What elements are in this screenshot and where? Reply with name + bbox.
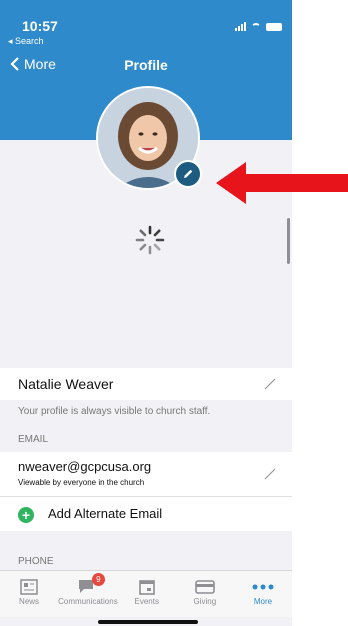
name-row[interactable]: Natalie Weaver (0, 368, 292, 400)
loading-spinner-icon (135, 225, 165, 255)
tab-bar: News 9 Communications Events Giving More (0, 570, 292, 617)
edit-email-icon[interactable] (264, 468, 276, 480)
tab-giving-label: Giving (193, 597, 217, 606)
phone-section-header: PHONE (18, 556, 54, 567)
tab-events-label: Events (134, 597, 159, 606)
visibility-note: Your profile is always visible to church… (18, 406, 211, 417)
status-time: 10:57 (22, 18, 58, 34)
add-alternate-email-button[interactable]: + Add Alternate Email (0, 497, 292, 531)
wifi-icon (251, 23, 261, 31)
edit-photo-button[interactable] (174, 160, 202, 188)
add-alternate-email-label: Add Alternate Email (48, 506, 163, 521)
tab-giving[interactable]: Giving (176, 571, 234, 617)
email-section-header: EMAIL (18, 434, 49, 445)
pencil-icon (184, 169, 193, 178)
scrollbar[interactable] (287, 218, 290, 264)
battery-icon (266, 23, 282, 31)
edit-name-icon[interactable] (264, 378, 276, 390)
tab-communications-label: Communications (58, 597, 118, 606)
back-to-app-link[interactable]: ◂ Search (8, 36, 44, 47)
status-icons (235, 22, 282, 31)
red-arrow-annotation-icon (216, 162, 348, 204)
unread-badge: 9 (91, 573, 105, 586)
email-row[interactable]: nweaver@gcpcusa.org Viewable by everyone… (0, 452, 292, 496)
phone-screen: 10:57 ◂ Search More Profile Natalie Weav… (0, 0, 292, 626)
home-indicator (98, 620, 198, 624)
tab-more[interactable]: More (234, 571, 292, 617)
profile-name: Natalie Weaver (18, 376, 114, 392)
email-address: nweaver@gcpcusa.org (18, 459, 152, 474)
page-title: Profile (124, 57, 168, 73)
card-icon (195, 580, 215, 594)
signal-icon (235, 22, 246, 31)
tab-news-label: News (19, 597, 40, 606)
tab-more-label: More (253, 597, 273, 606)
plus-icon: + (18, 507, 34, 523)
tab-communications[interactable]: 9 Communications (58, 571, 118, 617)
news-icon (20, 579, 38, 595)
calendar-icon (138, 580, 155, 595)
tab-news[interactable]: News (0, 571, 58, 617)
more-icon (252, 584, 274, 590)
email-visibility: Viewable by everyone in the church (18, 478, 145, 487)
tab-events[interactable]: Events (118, 571, 176, 617)
